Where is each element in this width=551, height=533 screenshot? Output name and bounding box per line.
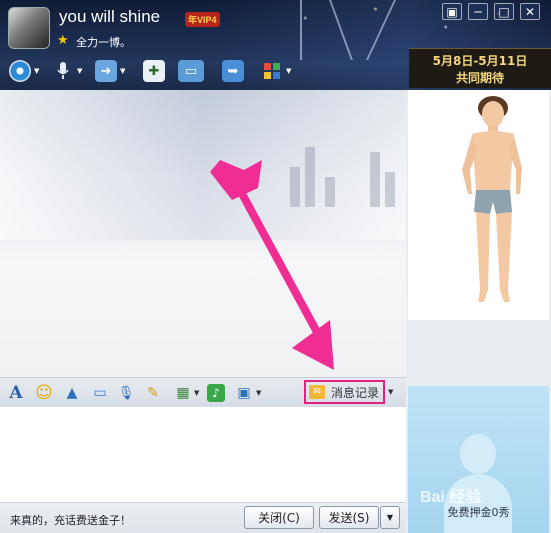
contact-signature: 全力一博。 [76, 36, 131, 49]
note-icon[interactable]: ✎ [142, 382, 164, 404]
webcam-button[interactable]: ▼ [9, 59, 39, 83]
monitor-icon[interactable]: ▣ [233, 382, 255, 404]
chat-background [0, 90, 406, 240]
group-chat-button[interactable]: ✚ [143, 59, 165, 83]
file-transfer-button[interactable]: ➜ ▼ [95, 59, 125, 83]
chevron-down-icon: ▼ [77, 67, 83, 75]
skyline-building [290, 167, 300, 207]
voice-message-icon[interactable]: 🎙 [115, 382, 137, 404]
emoji-icon[interactable]: ☺ [33, 382, 55, 404]
share-screen-icon: ➥ [222, 60, 244, 82]
skin-button[interactable]: ▣ [442, 3, 462, 20]
message-display-area[interactable] [0, 90, 406, 377]
webcam-icon [9, 60, 31, 82]
show-panel: 免费押金0秀 [406, 90, 551, 533]
contact-name[interactable]: you will shine [59, 7, 160, 27]
vip-badge[interactable]: 年VIP4 [185, 12, 220, 27]
promo-subtitle: 共同期待 [455, 71, 504, 85]
remote-desktop-button[interactable]: ▭ [178, 59, 204, 83]
promo-banner[interactable]: 5月8日-5月11日 共同期待 [409, 48, 551, 88]
star-icon: ★ [57, 33, 69, 48]
add-chat-icon: ✚ [143, 60, 165, 82]
share-screen-button[interactable]: ➥ [222, 59, 244, 83]
microphone-icon [52, 60, 74, 82]
chevron-down-icon: ▼ [120, 67, 126, 75]
skyline-building [305, 147, 315, 207]
apps-grid-icon [261, 60, 283, 82]
promo-status-text[interactable]: 来真的，充话费送金子！ [10, 512, 131, 528]
send-options-button[interactable]: ▼ [380, 506, 400, 529]
user-silhouette-icon [460, 434, 496, 474]
font-icon[interactable]: A [5, 382, 27, 404]
bottom-bar: 来真的，充话费送金子！ 关闭(C) 发送(S) ▼ [0, 502, 406, 533]
chat-header: you will shine 年VIP4 ★ 全力一博。 ▣ ─ □ ✕ 5月8… [0, 0, 551, 90]
history-icon: ✉ [309, 385, 325, 399]
input-toolbar: A ☺ ▲ ▭ 🎙 ✎ ▦ ▼ ♪ ▣ ▼ ✉ 消息记录 ▼ [0, 377, 406, 407]
chevron-down-icon[interactable]: ▼ [194, 389, 199, 397]
skyline-building [370, 152, 380, 207]
skyline-building [385, 172, 395, 207]
minimize-button[interactable]: ─ [468, 3, 488, 20]
promo-date: 5月8日-5月11日 [432, 54, 528, 68]
message-history-label: 消息记录 [331, 385, 380, 400]
avatar[interactable] [8, 7, 50, 49]
voice-button[interactable]: ▼ [52, 59, 82, 83]
message-input[interactable] [0, 407, 406, 502]
show-promo-box[interactable]: 免费押金0秀 [408, 386, 549, 533]
chevron-down-icon[interactable]: ▼ [388, 388, 393, 396]
message-history-button[interactable]: ✉ 消息记录 [304, 380, 385, 404]
close-button[interactable]: 关闭(C) [244, 506, 314, 529]
watermark: Bai 经验 [420, 489, 482, 506]
skyline-building [325, 177, 335, 207]
send-button[interactable]: 发送(S) [319, 506, 379, 529]
top-toolbar: ▼ ▼ ➜ ▼ ✚ ▭ ➥ ▼ [0, 57, 330, 85]
gif-icon[interactable]: ▭ [89, 382, 111, 404]
avatar-show-figure[interactable] [408, 90, 549, 320]
chat-window: you will shine 年VIP4 ★ 全力一博。 ▣ ─ □ ✕ 5月8… [0, 0, 551, 533]
screenshot-icon[interactable]: ▦ [172, 382, 194, 404]
maximize-button[interactable]: □ [494, 3, 514, 20]
music-icon[interactable]: ♪ [207, 384, 225, 402]
chevron-down-icon[interactable]: ▼ [256, 389, 261, 397]
close-window-button[interactable]: ✕ [520, 3, 540, 20]
file-transfer-icon: ➜ [95, 60, 117, 82]
remote-desktop-icon: ▭ [178, 60, 204, 82]
shake-icon[interactable]: ▲ [61, 382, 83, 404]
apps-button[interactable]: ▼ [261, 59, 291, 83]
chevron-down-icon: ▼ [34, 67, 40, 75]
bridge-cable [300, 0, 302, 60]
chevron-down-icon: ▼ [286, 67, 292, 75]
